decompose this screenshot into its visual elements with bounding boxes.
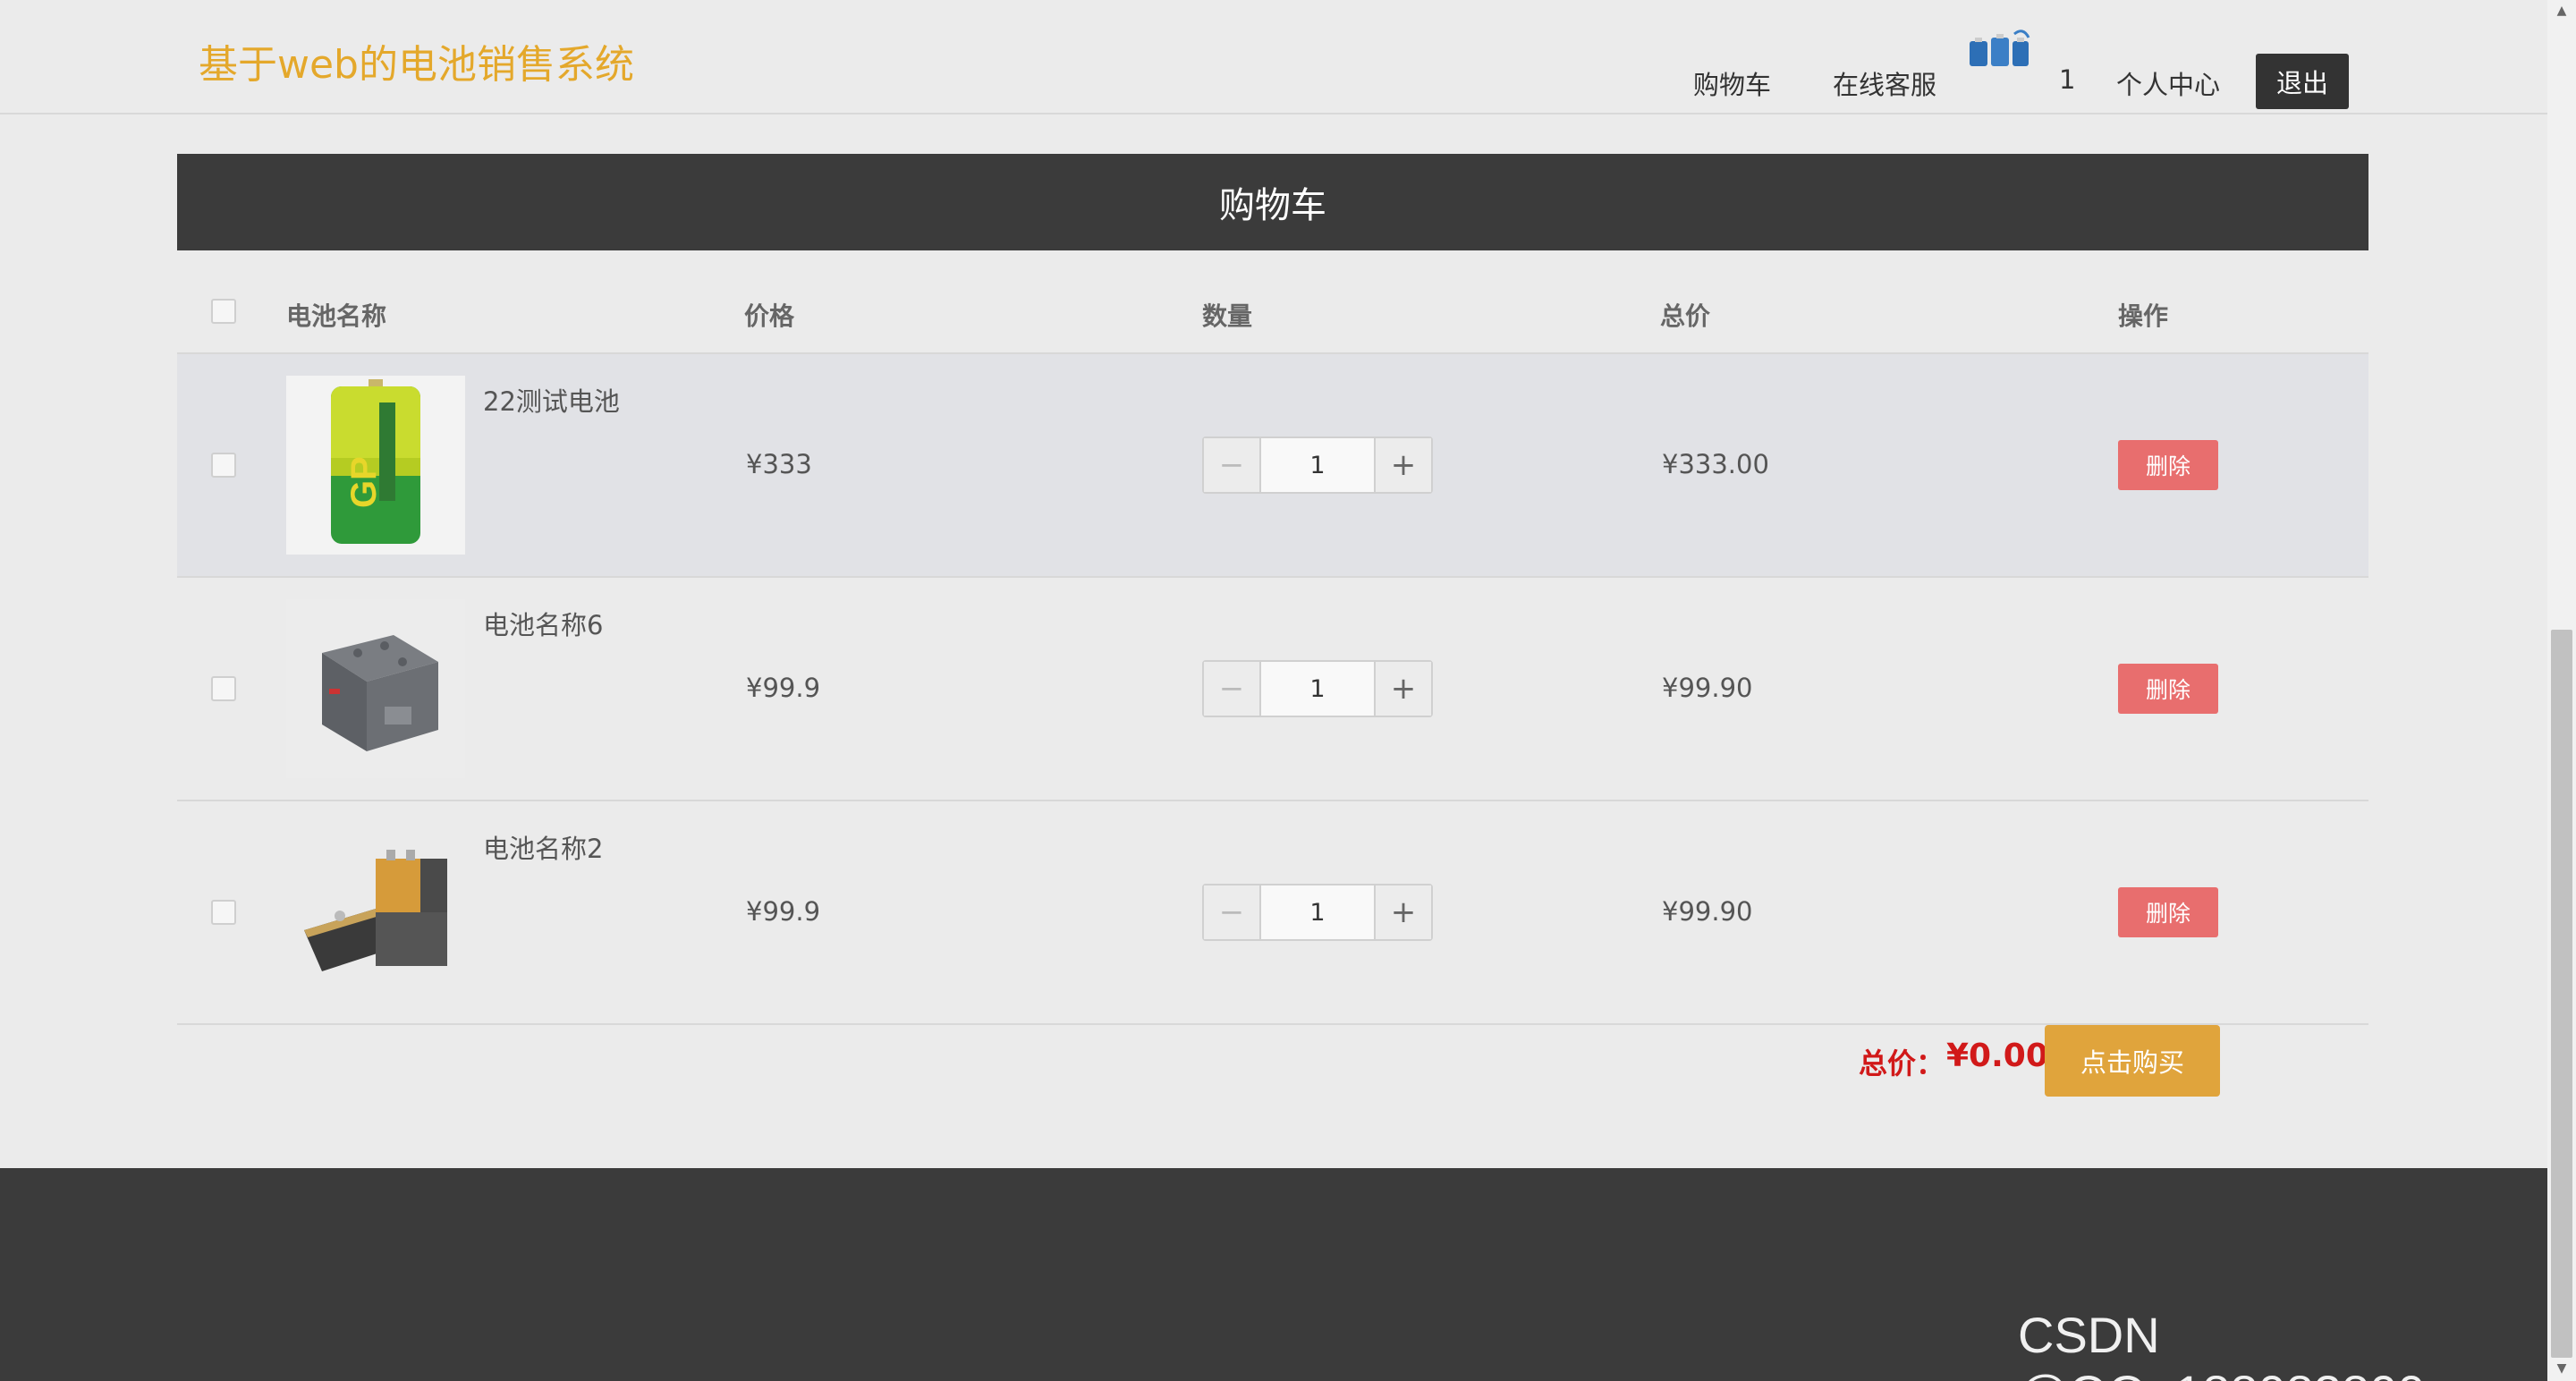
row-subtotal: ¥99.90 [1662,896,1753,927]
site-title[interactable]: 基于web的电池销售系统 [199,32,634,89]
product-image[interactable] [286,599,465,778]
increase-button[interactable]: + [1374,662,1431,716]
row-checkbox[interactable] [211,453,236,478]
decrease-button[interactable]: − [1204,438,1261,492]
product-name[interactable]: 22测试电池 [483,381,620,419]
table-row: 电池名称6 ¥99.9 − 1 + ¥99.90 删除 [177,578,2368,801]
column-action-header: 操作 [2118,301,2169,331]
table-row: 电池名称2 ¥99.9 − 1 + ¥99.90 删除 [177,801,2368,1025]
increase-button[interactable]: + [1374,438,1431,492]
quantity-stepper: − 1 + [1202,884,1433,941]
watermark: CSDN @QQ_188083800 [2018,1307,2425,1381]
scroll-thumb[interactable] [2551,630,2572,1358]
table-header: 电池名称 价格 数量 总价 操作 [177,250,2368,354]
column-price-header: 价格 [744,301,795,331]
nav-cart-link[interactable]: 购物车 [1693,64,1771,102]
row-subtotal: ¥333.00 [1662,449,1769,479]
vertical-scrollbar[interactable]: ▲ ▼ [2547,0,2576,1381]
cart-count: 1 [2059,64,2076,95]
product-image[interactable] [286,823,465,1002]
quantity-stepper: − 1 + [1202,436,1433,494]
quantity-input[interactable]: 1 [1261,662,1374,716]
product-price: ¥333 [746,449,812,479]
total-value: ¥0.00 [1946,1038,2048,1074]
product-name[interactable]: 电池名称2 [483,828,603,866]
scroll-up-icon[interactable]: ▲ [2555,4,2569,18]
column-name-header: 电池名称 [286,301,387,331]
quantity-input[interactable]: 1 [1261,438,1374,492]
decrease-button[interactable]: − [1204,662,1261,716]
total-label: 总价： [1859,1046,1945,1080]
row-checkbox[interactable] [211,676,236,701]
delete-button[interactable]: 删除 [2118,440,2218,490]
delete-button[interactable]: 删除 [2118,887,2218,937]
scroll-down-icon[interactable]: ▼ [2555,1361,2569,1376]
buy-button[interactable]: 点击购买 [2045,1025,2220,1097]
cart-banner: 购物车 [177,154,2368,250]
svg-text:GP: GP [344,456,384,508]
select-all-checkbox[interactable] [211,299,236,324]
delete-button[interactable]: 删除 [2118,664,2218,714]
nav-user-center-link[interactable]: 个人中心 [2116,64,2220,102]
column-subtotal-header: 总价 [1660,301,1711,331]
cart-icon[interactable] [1964,25,2036,79]
column-quantity-header: 数量 [1202,301,1253,331]
logout-button[interactable]: 退出 [2256,54,2349,109]
product-image[interactable]: GP [286,376,465,555]
table-row: GP 22测试电池 ¥333 − 1 + ¥333.00 删除 [177,354,2368,578]
nav-service-link[interactable]: 在线客服 [1833,64,1936,102]
quantity-input[interactable]: 1 [1261,885,1374,939]
product-price: ¥99.9 [746,896,821,927]
decrease-button[interactable]: − [1204,885,1261,939]
product-name[interactable]: 电池名称6 [483,605,603,642]
row-subtotal: ¥99.90 [1662,673,1753,703]
increase-button[interactable]: + [1374,885,1431,939]
quantity-stepper: − 1 + [1202,660,1433,717]
row-checkbox[interactable] [211,900,236,925]
product-price: ¥99.9 [746,673,821,703]
top-header: 基于web的电池销售系统 购物车 在线客服 1 个人中心 退出 [0,0,2547,114]
